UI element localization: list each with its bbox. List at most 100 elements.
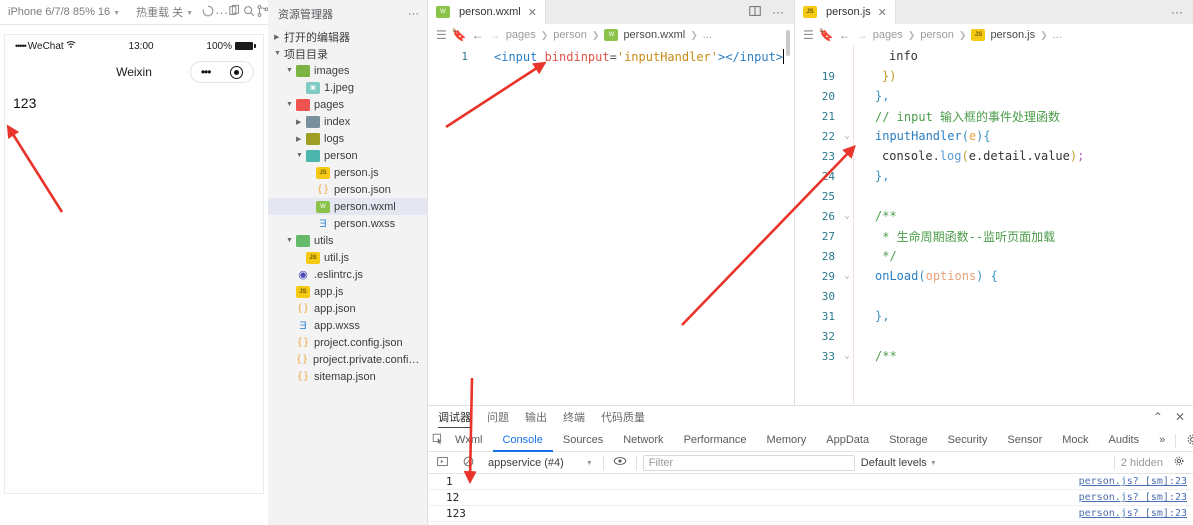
explorer-section-open-editors[interactable]: ▶ 打开的编辑器: [268, 28, 427, 45]
back-arrow-icon[interactable]: ←: [472, 28, 484, 42]
eye-icon[interactable]: [610, 455, 630, 470]
breadcrumb-item-person[interactable]: person: [553, 29, 587, 41]
gear-icon[interactable]: [1186, 433, 1193, 449]
tree-item-app-wxss[interactable]: Ǝapp.wxss: [268, 317, 427, 334]
fold-chevron-icon[interactable]: ⌄: [841, 351, 853, 361]
settings-icon[interactable]: [1169, 455, 1189, 470]
chevrons-right-icon[interactable]: »: [1149, 430, 1175, 452]
more-icon[interactable]: ···: [1171, 5, 1183, 19]
code-token: =: [609, 49, 617, 64]
console-log-source-link[interactable]: person.js? [sm]:23: [1079, 492, 1193, 503]
panel-tab-3[interactable]: 终端: [563, 409, 585, 427]
tree-item-pages[interactable]: ▼ pages: [268, 96, 427, 113]
breadcrumb-item-more[interactable]: ...: [1053, 29, 1062, 41]
console-log-source-link[interactable]: person.js? [sm]:23: [1079, 476, 1193, 487]
tree-item-images[interactable]: ▼ images: [268, 62, 427, 79]
breadcrumb-item-pages[interactable]: pages: [506, 29, 536, 41]
minimap-slider[interactable]: [786, 30, 790, 56]
devtools-tab-security[interactable]: Security: [938, 430, 998, 452]
tree-item-sitemap-json[interactable]: { } sitemap.json: [268, 368, 427, 385]
tab-person-js[interactable]: JS person.js ✕: [795, 0, 896, 24]
breadcrumb-item-file[interactable]: person.wxml: [623, 29, 685, 41]
clear-icon[interactable]: [458, 455, 478, 471]
fold-chevron-icon[interactable]: ⌄: [841, 131, 853, 141]
filter-input[interactable]: Filter: [642, 454, 855, 471]
devtools-tab-memory[interactable]: Memory: [757, 430, 817, 452]
device-selector[interactable]: iPhone 6/7/8 85% 16 ▼: [0, 6, 128, 18]
code-line: 25: [795, 186, 1193, 206]
devtools-tab-appdata[interactable]: AppData: [816, 430, 879, 452]
breadcrumb-item-file[interactable]: person.js: [990, 29, 1035, 41]
search-icon[interactable]: [242, 4, 256, 21]
tree-item-1-jpeg[interactable]: ▣ 1.jpeg: [268, 79, 427, 96]
console-log-source-link[interactable]: person.js? [sm]:23: [1079, 508, 1193, 519]
hot-reload-selector[interactable]: 热重载 关 ▼: [128, 4, 201, 20]
code-token: ) {: [976, 269, 998, 283]
more-icon[interactable]: ···: [772, 5, 784, 19]
outline-icon[interactable]: ☰: [803, 28, 814, 42]
forward-arrow-icon[interactable]: →: [489, 28, 501, 42]
fold-chevron-icon[interactable]: ⌄: [841, 271, 853, 281]
wxss-icon: Ǝ: [299, 319, 307, 332]
breadcrumb-item-more[interactable]: ...: [703, 29, 712, 41]
outline-icon[interactable]: ☰: [436, 28, 447, 42]
panel-tab-4[interactable]: 代码质量: [601, 409, 645, 427]
context-selector[interactable]: appservice (#4) ▼: [484, 457, 597, 469]
forward-arrow-icon[interactable]: →: [856, 28, 868, 42]
back-arrow-icon[interactable]: ←: [839, 28, 851, 42]
more-icon[interactable]: ···: [215, 5, 228, 20]
more-icon[interactable]: ···: [408, 8, 419, 20]
devtools-tab-wxml[interactable]: Wxml: [445, 430, 493, 452]
files-icon[interactable]: [228, 4, 242, 21]
breadcrumb-item-pages[interactable]: pages: [873, 29, 903, 41]
tree-item-person-wxml[interactable]: Wperson.wxml: [268, 198, 427, 215]
collapse-icon[interactable]: ⌃: [1153, 410, 1163, 424]
tab-person-wxml[interactable]: W person.wxml ✕: [428, 0, 546, 24]
bookmark-icon[interactable]: 🔖: [819, 28, 834, 42]
fold-chevron-icon[interactable]: ⌄: [841, 211, 853, 221]
explorer-section-project[interactable]: ▼ 项目目录: [268, 45, 427, 62]
image-icon: ▣: [306, 81, 320, 94]
tree-item-util-js[interactable]: JS util.js: [268, 249, 427, 266]
bookmark-icon[interactable]: 🔖: [452, 28, 467, 42]
tab-label: person.wxml: [459, 6, 521, 18]
tree-item-project-config-json[interactable]: { } project.config.json: [268, 334, 427, 351]
tree-item-person-wxss[interactable]: Ǝperson.wxss: [268, 215, 427, 232]
devtools-right-icons: ⋮: [1175, 433, 1193, 449]
tree-item-app-js[interactable]: JS app.js: [268, 283, 427, 300]
breadcrumb-item-person[interactable]: person: [920, 29, 954, 41]
editor-actions: ···: [1161, 0, 1193, 24]
devtools-tab-network[interactable]: Network: [613, 430, 673, 452]
devtools-tab-sensor[interactable]: Sensor: [997, 430, 1052, 452]
devtools-tab-performance[interactable]: Performance: [674, 430, 757, 452]
devtools-tab-storage[interactable]: Storage: [879, 430, 938, 452]
devtools-tab-audits[interactable]: Audits: [1099, 430, 1150, 452]
devtools-tab-console[interactable]: Console: [492, 430, 553, 452]
capsule-button[interactable]: •••: [190, 61, 254, 83]
tree-item--eslintrc-js[interactable]: ◉ .eslintrc.js: [268, 266, 427, 283]
tree-item-person-json[interactable]: { } person.json: [268, 181, 427, 198]
split-editor-icon[interactable]: [748, 4, 762, 21]
close-icon[interactable]: ✕: [528, 6, 537, 19]
tree-item-index[interactable]: ▶ index: [268, 113, 427, 130]
refresh-icon[interactable]: [201, 4, 215, 21]
explorer-title: 资源管理器: [278, 9, 333, 21]
close-icon[interactable]: ✕: [878, 6, 887, 19]
tree-item-person[interactable]: ▼ person: [268, 147, 427, 164]
code-editor-js[interactable]: info 19}) 20}, 21// input 输入框的事件处理函数 22 ⌄ inpu…: [795, 46, 1193, 366]
tree-item-logs[interactable]: ▶ logs: [268, 130, 427, 147]
tree-item-person-js[interactable]: JS person.js: [268, 164, 427, 181]
inspect-icon[interactable]: [432, 433, 445, 449]
panel-tab-0[interactable]: 调试器: [438, 409, 471, 428]
tree-item-utils[interactable]: ▼ utils: [268, 232, 427, 249]
tree-item-project-private-config-js-[interactable]: { } project.private.config.js...: [268, 351, 427, 368]
devtools-tab-sources[interactable]: Sources: [553, 430, 613, 452]
close-icon[interactable]: ✕: [1175, 410, 1185, 424]
panel-tab-1[interactable]: 问题: [487, 409, 509, 427]
code-editor-wxml[interactable]: 1 <input bindinput='inputHandler'></input…: [428, 46, 794, 66]
execute-icon[interactable]: [432, 455, 452, 471]
log-levels-selector[interactable]: Default levels ▼: [861, 457, 937, 469]
devtools-tab-mock[interactable]: Mock: [1052, 430, 1098, 452]
panel-tab-2[interactable]: 输出: [525, 409, 547, 427]
tree-item-app-json[interactable]: { } app.json: [268, 300, 427, 317]
